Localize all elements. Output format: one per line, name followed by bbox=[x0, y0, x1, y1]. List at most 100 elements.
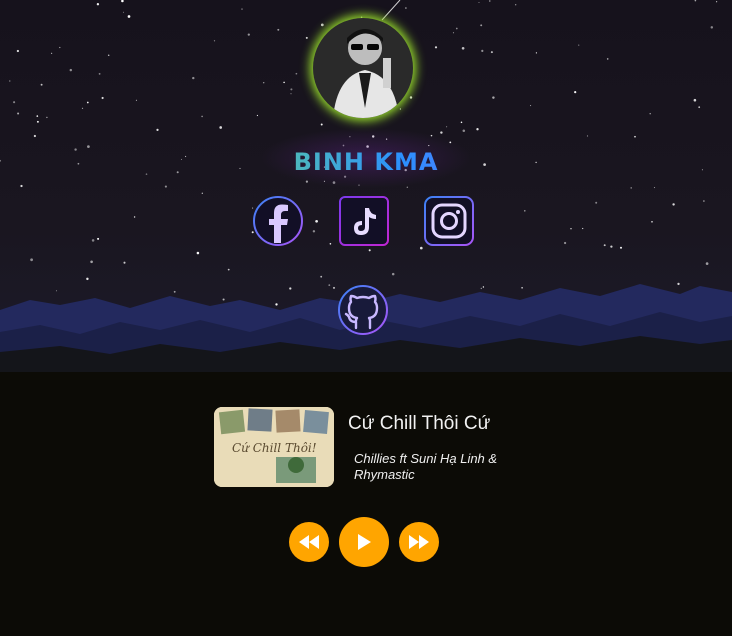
instagram-link[interactable] bbox=[423, 195, 475, 247]
star bbox=[480, 24, 483, 27]
star bbox=[213, 40, 216, 42]
star bbox=[201, 192, 203, 194]
star bbox=[619, 246, 623, 249]
next-button[interactable] bbox=[399, 522, 439, 562]
star bbox=[694, 0, 697, 2]
star bbox=[97, 237, 100, 240]
star bbox=[535, 52, 538, 54]
star bbox=[478, 1, 480, 4]
star bbox=[649, 112, 651, 115]
star bbox=[36, 120, 39, 123]
tiktok-icon bbox=[339, 196, 389, 246]
star bbox=[46, 116, 48, 119]
star bbox=[490, 51, 493, 54]
rewind-icon bbox=[299, 535, 319, 549]
star bbox=[127, 15, 131, 18]
star bbox=[30, 258, 33, 262]
star bbox=[91, 239, 95, 242]
star bbox=[247, 33, 250, 36]
star bbox=[570, 228, 572, 230]
star bbox=[489, 0, 491, 2]
star bbox=[530, 105, 532, 107]
fast-forward-icon bbox=[409, 535, 429, 549]
avatar bbox=[313, 18, 413, 118]
play-icon bbox=[358, 534, 371, 550]
star bbox=[86, 101, 89, 104]
star bbox=[156, 128, 159, 132]
star bbox=[329, 243, 332, 245]
star bbox=[578, 44, 580, 46]
star bbox=[305, 36, 308, 39]
star bbox=[40, 83, 43, 86]
star bbox=[16, 49, 20, 53]
music-player: Cứ Chill Thôi! Cứ Chill Thôi Cứ Chillies… bbox=[214, 407, 518, 487]
shooting-star bbox=[381, 0, 401, 21]
star bbox=[462, 129, 466, 133]
facebook-link[interactable] bbox=[252, 195, 304, 247]
star bbox=[703, 200, 705, 202]
star bbox=[606, 58, 609, 60]
play-button[interactable] bbox=[339, 517, 389, 567]
star bbox=[256, 114, 258, 117]
star bbox=[582, 227, 584, 230]
star bbox=[452, 32, 455, 34]
star bbox=[59, 46, 61, 49]
star bbox=[406, 186, 408, 188]
star bbox=[81, 107, 84, 109]
star bbox=[315, 219, 318, 223]
star bbox=[693, 98, 697, 102]
star bbox=[716, 1, 718, 3]
star bbox=[595, 201, 598, 204]
star bbox=[563, 241, 567, 245]
star bbox=[610, 245, 613, 248]
star bbox=[461, 46, 465, 50]
star bbox=[698, 106, 701, 109]
star bbox=[651, 220, 653, 223]
star bbox=[98, 72, 101, 75]
github-icon bbox=[338, 285, 388, 335]
star bbox=[122, 11, 125, 13]
star bbox=[262, 81, 265, 84]
star bbox=[17, 112, 20, 115]
star bbox=[419, 246, 423, 250]
star bbox=[196, 251, 200, 255]
star bbox=[13, 101, 16, 104]
star bbox=[368, 249, 371, 252]
star bbox=[192, 76, 195, 80]
star bbox=[241, 8, 243, 10]
star bbox=[33, 134, 37, 138]
star bbox=[630, 187, 632, 189]
star bbox=[96, 3, 100, 6]
star bbox=[201, 115, 203, 118]
star bbox=[515, 4, 517, 6]
star bbox=[455, 27, 458, 30]
star bbox=[290, 93, 292, 95]
star bbox=[295, 72, 298, 75]
star bbox=[710, 26, 714, 29]
github-link[interactable] bbox=[337, 284, 389, 336]
song-artist: Chillies ft Suni Hạ Linh & Rhymastic bbox=[354, 451, 498, 482]
star bbox=[399, 108, 402, 110]
star bbox=[219, 126, 223, 129]
star bbox=[320, 123, 323, 126]
star bbox=[69, 68, 73, 72]
star bbox=[409, 96, 413, 99]
star bbox=[101, 96, 104, 100]
star bbox=[460, 121, 463, 124]
star bbox=[312, 230, 316, 233]
star bbox=[36, 115, 39, 117]
star bbox=[446, 126, 448, 128]
star bbox=[653, 187, 656, 189]
star bbox=[20, 184, 23, 188]
star bbox=[603, 244, 606, 247]
star bbox=[634, 135, 636, 138]
star bbox=[672, 203, 675, 206]
tiktok-link[interactable] bbox=[338, 195, 390, 247]
instagram-icon bbox=[424, 196, 474, 246]
star bbox=[586, 135, 589, 137]
star bbox=[481, 49, 484, 53]
previous-button[interactable] bbox=[289, 522, 329, 562]
star bbox=[133, 216, 136, 218]
facebook-icon bbox=[253, 196, 303, 246]
star bbox=[290, 88, 293, 91]
